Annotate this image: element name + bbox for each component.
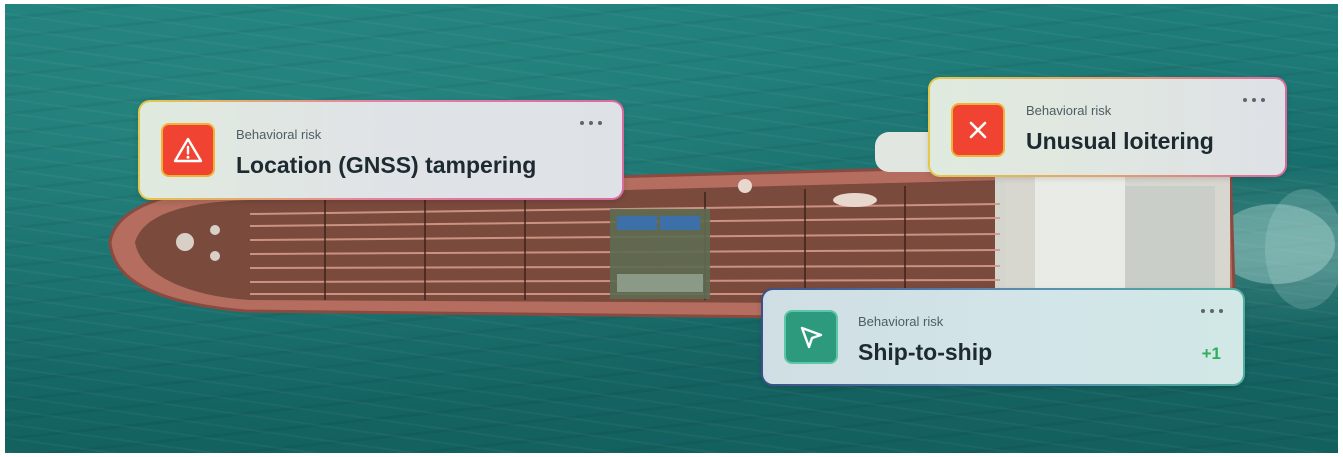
risk-category-label: Behavioral risk (1026, 103, 1112, 118)
risk-category-label: Behavioral risk (236, 127, 322, 142)
risk-card-unusual-loitering[interactable]: Behavioral risk Unusual loitering (928, 77, 1287, 177)
risk-title: Unusual loitering (1026, 128, 1214, 154)
more-options-icon[interactable] (1243, 93, 1265, 107)
close-x-icon (951, 103, 1005, 157)
more-options-icon[interactable] (580, 116, 602, 130)
risk-title: Location (GNSS) tampering (236, 152, 537, 178)
risk-category-label: Behavioral risk (858, 314, 944, 329)
risk-card-gnss-tampering[interactable]: Behavioral risk Location (GNSS) tamperin… (138, 100, 624, 200)
additional-count-badge[interactable]: +1 (1202, 344, 1221, 364)
more-options-icon[interactable] (1201, 304, 1223, 318)
warning-triangle-icon (161, 123, 215, 177)
navigation-arrow-icon (784, 310, 838, 364)
risk-title: Ship-to-ship (858, 339, 993, 365)
risk-card-ship-to-ship[interactable]: Behavioral risk Ship-to-ship +1 (761, 288, 1245, 386)
